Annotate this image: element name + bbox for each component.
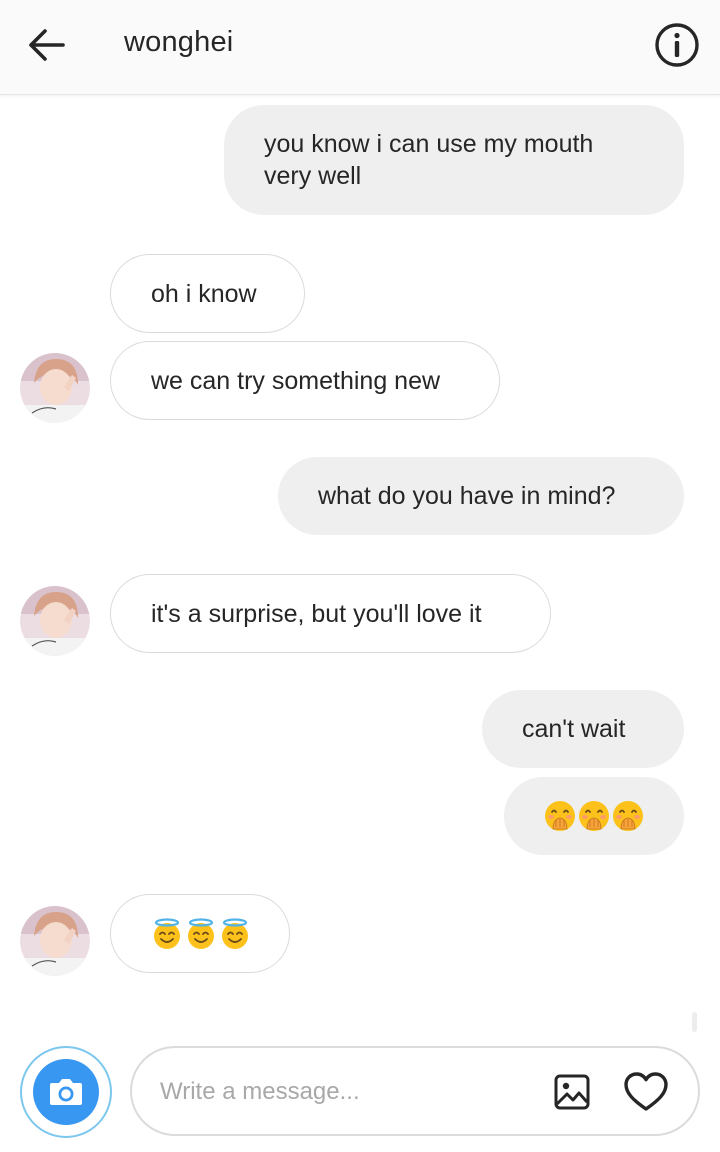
- back-button[interactable]: [24, 22, 70, 68]
- message-text: what do you have in mind?: [318, 482, 616, 510]
- avatar[interactable]: [20, 586, 90, 656]
- info-circle-icon: [655, 23, 699, 67]
- camera-icon: [50, 1079, 82, 1105]
- hand-over-mouth-emoji: [545, 801, 575, 831]
- camera-button-circle: [33, 1059, 99, 1125]
- message-bubble-received-emoji[interactable]: [110, 894, 290, 973]
- avatar[interactable]: [20, 353, 90, 423]
- arrow-left-icon: [29, 29, 65, 61]
- message-bubble-sent[interactable]: what do you have in mind?: [278, 457, 684, 535]
- message-bubble-sent[interactable]: can't wait: [482, 690, 684, 768]
- message-bubble-received[interactable]: it's a surprise, but you'll love it: [110, 574, 551, 653]
- message-text: oh i know: [151, 279, 257, 308]
- avatar-photo: [20, 586, 90, 656]
- message-text: it's a surprise, but you'll love it: [151, 599, 482, 628]
- message-line: very well: [264, 162, 362, 190]
- message-text: you know i can use my mouth very well: [264, 128, 593, 192]
- emoji-row: [544, 800, 644, 832]
- message-text: we can try something new: [151, 366, 441, 395]
- image-gallery-icon: [554, 1074, 590, 1110]
- info-button[interactable]: [654, 22, 700, 68]
- emoji-row: [151, 917, 251, 950]
- avatar-photo: [20, 353, 90, 423]
- message-bubble-sent-emoji[interactable]: [504, 777, 684, 855]
- like-button[interactable]: [622, 1068, 670, 1116]
- camera-button[interactable]: [20, 1046, 112, 1138]
- heart-icon: [624, 1072, 668, 1111]
- avatar-photo: [20, 906, 90, 976]
- halo-smile-emoji: [154, 917, 180, 949]
- hand-over-mouth-emoji: [579, 801, 609, 831]
- hand-over-mouth-emoji: [613, 801, 643, 831]
- scrollbar[interactable]: [692, 1012, 697, 1032]
- conversation-title[interactable]: wonghei: [124, 26, 233, 59]
- message-composer: [130, 1046, 700, 1136]
- message-input[interactable]: [160, 1072, 540, 1112]
- message-bubble-received[interactable]: oh i know: [110, 254, 305, 333]
- message-bubble-sent[interactable]: you know i can use my mouth very well: [224, 105, 684, 215]
- halo-smile-emoji: [222, 917, 248, 949]
- message-text: can't wait: [522, 715, 626, 743]
- halo-smile-emoji: [188, 917, 214, 949]
- gallery-button[interactable]: [550, 1070, 594, 1114]
- avatar[interactable]: [20, 906, 90, 976]
- message-bubble-received[interactable]: we can try something new: [110, 341, 500, 420]
- message-line: you know i can use my mouth: [264, 130, 594, 158]
- chat-header: wonghei: [0, 0, 720, 95]
